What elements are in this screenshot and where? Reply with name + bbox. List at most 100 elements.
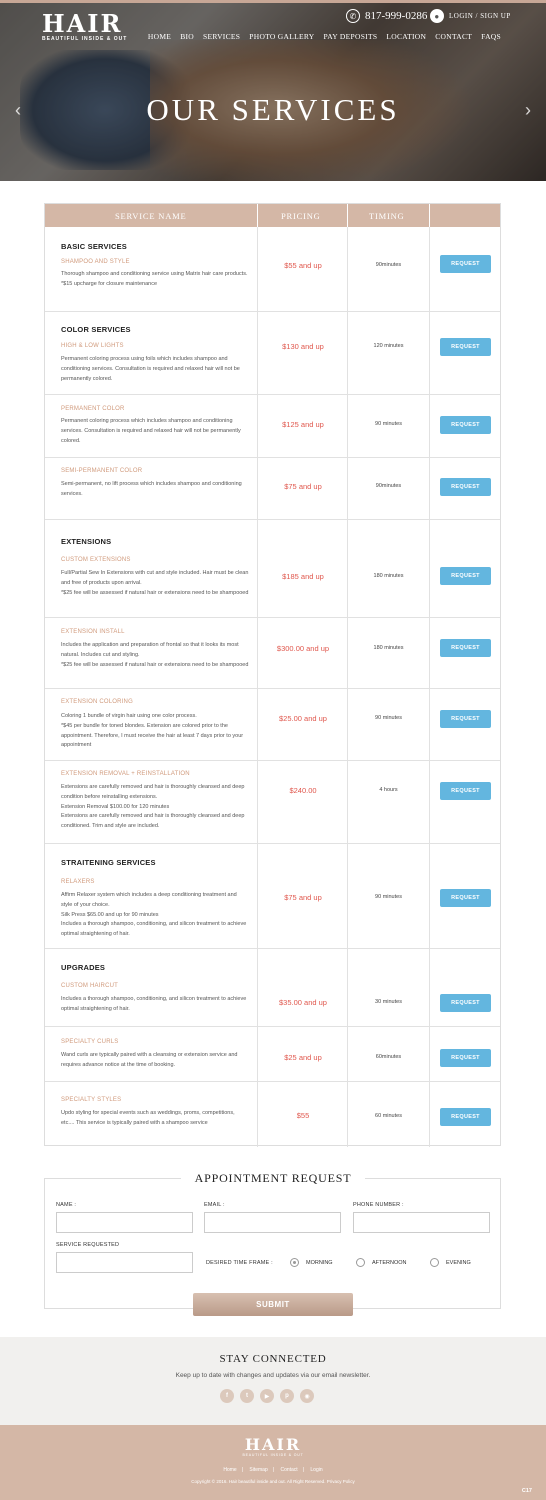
service-description: Updo styling for special events such as …: [61, 1110, 235, 1126]
service-timing: 90 minutes: [375, 421, 402, 427]
radio-morning[interactable]: MORNING: [290, 1258, 333, 1267]
radio-afternoon[interactable]: AFTERNOON: [356, 1258, 407, 1267]
twitter-icon[interactable]: t: [240, 1389, 254, 1403]
service-timing: 90minutes: [375, 483, 402, 489]
stay-connected-text: Keep up to date with changes and updates…: [175, 1372, 371, 1379]
service-price: $25 and up: [284, 1053, 322, 1062]
service-timing: 4 hours: [379, 787, 398, 793]
submit-button[interactable]: SUBMIT: [193, 1293, 353, 1316]
footer-link-sitemap[interactable]: Sitemap: [249, 1467, 267, 1473]
request-button[interactable]: REQUEST: [440, 416, 491, 434]
service-name: SPECIALTY STYLES: [61, 1097, 122, 1103]
carousel-prev-icon[interactable]: ‹: [15, 100, 21, 121]
rss-icon[interactable]: ◉: [300, 1389, 314, 1403]
service-description: Affirm Relaxer system which includes a d…: [61, 892, 247, 938]
service-description: Coloring 1 bundle of virgin hair using o…: [61, 713, 244, 749]
service-price: $240.00: [289, 786, 317, 795]
login-link[interactable]: ● LOGIN / SIGN UP: [430, 9, 511, 23]
request-button[interactable]: REQUEST: [440, 710, 491, 728]
radio-evening-label: EVENING: [446, 1259, 471, 1266]
nav-pay-deposits[interactable]: PAY DEPOSITS: [324, 32, 378, 41]
nav-location[interactable]: LOCATION: [386, 32, 426, 41]
category-heading: EXTENSIONS: [61, 537, 112, 546]
logo-text: HAIR: [42, 9, 123, 38]
request-button[interactable]: REQUEST: [440, 567, 491, 585]
service-price: $125 and up: [282, 420, 324, 429]
radio-evening[interactable]: EVENING: [430, 1258, 471, 1267]
facebook-icon[interactable]: f: [220, 1389, 234, 1403]
footer-logo-text: HAIR: [244, 1435, 302, 1454]
service-name: CUSTOM EXTENSIONS: [61, 557, 131, 563]
request-button[interactable]: REQUEST: [440, 255, 491, 273]
request-button[interactable]: REQUEST: [440, 1108, 491, 1126]
site-logo[interactable]: HAIR BEAUTIFUL INSIDE & OUT: [42, 9, 127, 43]
service-description: Full/Partial Sew In Extensions with cut …: [61, 570, 249, 596]
service-price: $75 and up: [284, 482, 322, 491]
service-requested-field[interactable]: [56, 1252, 193, 1273]
row-divider: [45, 948, 500, 949]
nav-bio[interactable]: BIO: [180, 32, 194, 41]
service-name: EXTENSION COLORING: [61, 699, 133, 705]
youtube-icon[interactable]: ▶: [260, 1389, 274, 1403]
user-icon: ●: [430, 9, 444, 23]
request-button[interactable]: REQUEST: [440, 782, 491, 800]
request-button[interactable]: REQUEST: [440, 994, 491, 1012]
header-service-name: SERVICE NAME: [115, 211, 187, 221]
request-button[interactable]: REQUEST: [440, 478, 491, 496]
footer-link-contact[interactable]: Contact: [280, 1467, 297, 1473]
phone-field[interactable]: [353, 1212, 490, 1233]
request-button[interactable]: REQUEST: [440, 889, 491, 907]
service-timing: 90minutes: [375, 262, 402, 268]
category-heading: STRAITENING SERVICES: [61, 858, 156, 867]
carousel-next-icon[interactable]: ›: [525, 100, 531, 121]
nav-contact[interactable]: CONTACT: [435, 32, 472, 41]
service-price: $300.00 and up: [276, 644, 330, 653]
header-divider: [257, 204, 258, 227]
row-divider: [45, 394, 500, 395]
footer-logo-tagline: BEAUTIFUL INSIDE & OUT: [242, 1453, 304, 1457]
service-timing: 30 minutes: [375, 999, 402, 1005]
category-heading: COLOR SERVICES: [61, 325, 131, 334]
service-name: CUSTOM HAIRCUT: [61, 983, 119, 989]
request-button[interactable]: REQUEST: [440, 338, 491, 356]
nav-faqs[interactable]: FAQS: [481, 32, 501, 41]
radio-afternoon-label: AFTERNOON: [372, 1259, 407, 1266]
row-divider: [45, 617, 500, 618]
row-divider: [45, 1081, 500, 1082]
service-description: Includes the application and preparation…: [61, 642, 249, 668]
row-divider: [45, 688, 500, 689]
name-field[interactable]: [56, 1212, 193, 1233]
email-field[interactable]: [204, 1212, 341, 1233]
service-description: Permanent coloring process which include…: [61, 418, 241, 444]
request-button[interactable]: REQUEST: [440, 1049, 491, 1067]
service-description: Semi-permanent, no lift process which in…: [61, 481, 242, 497]
footer-logo[interactable]: HAIR BEAUTIFUL INSIDE & OUT: [0, 1435, 546, 1458]
footer-link-login[interactable]: Login: [310, 1467, 322, 1473]
service-description: Wand curls are typically paired with a c…: [61, 1052, 238, 1068]
row-divider: [45, 843, 500, 844]
footer-link-home[interactable]: Home: [223, 1467, 236, 1473]
service-price: $75 and up: [284, 893, 322, 902]
category-heading: UPGRADES: [61, 963, 106, 972]
nav-photo-gallery[interactable]: PHOTO GALLERY: [249, 32, 314, 41]
row-divider: [45, 457, 500, 458]
column-divider: [257, 204, 258, 1147]
service-description: Permanent coloring process using foils w…: [61, 356, 240, 382]
phone-icon: ✆: [346, 9, 360, 23]
header-timing: TIMING: [369, 211, 405, 221]
nav-services[interactable]: SERVICES: [203, 32, 240, 41]
social-links: f t ▶ p ◉: [220, 1389, 314, 1403]
service-name: PERMANENT COLOR: [61, 406, 125, 412]
appointment-title-wrap: APPOINTMENT REQUEST: [0, 1169, 546, 1187]
nav-home[interactable]: HOME: [148, 32, 171, 41]
appointment-title: APPOINTMENT REQUEST: [180, 1171, 366, 1185]
service-name: SEMI-PERMANENT COLOR: [61, 468, 143, 474]
request-button[interactable]: REQUEST: [440, 639, 491, 657]
service-timing: 180 minutes: [373, 573, 404, 579]
service-requested-label: SERVICE REQUESTED: [56, 1242, 120, 1248]
main-nav: HOME BIO SERVICES PHOTO GALLERY PAY DEPO…: [148, 32, 501, 41]
phone-link[interactable]: ✆ 817-999-0286: [346, 9, 427, 23]
pinterest-icon[interactable]: p: [280, 1389, 294, 1403]
row-divider: [45, 519, 500, 520]
radio-morning-label: MORNING: [306, 1259, 333, 1266]
